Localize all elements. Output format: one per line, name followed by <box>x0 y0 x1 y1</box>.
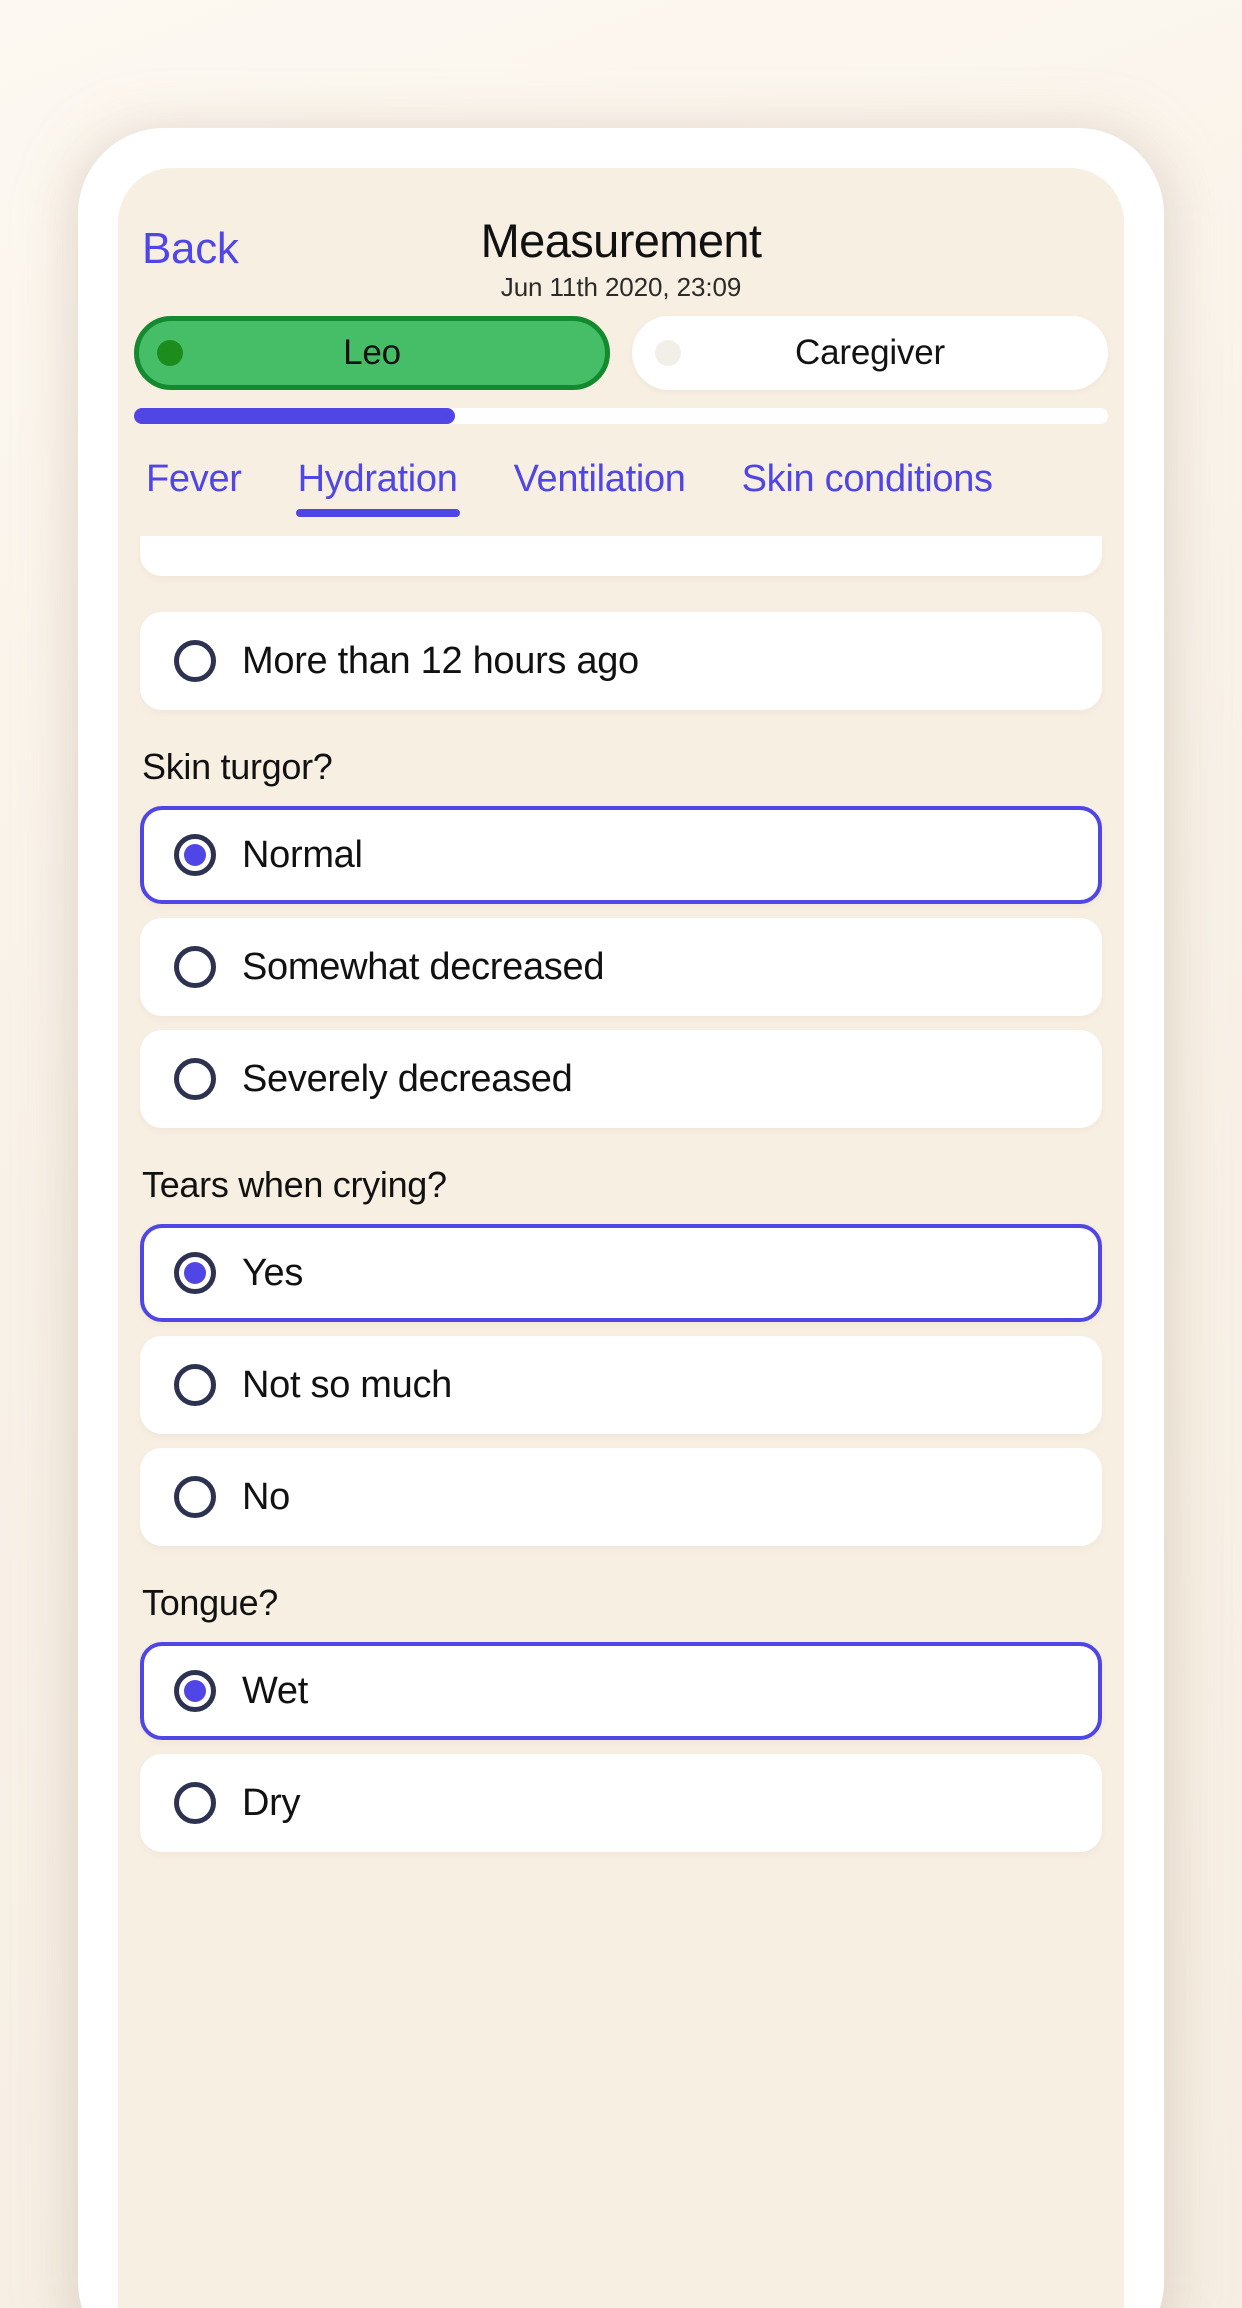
option-label: Dry <box>242 1781 301 1824</box>
tab-bar: Fever Hydration Ventilation Skin conditions <box>118 440 1124 536</box>
option-label: Severely decreased <box>242 1057 573 1100</box>
radio-inner-dot <box>184 1792 206 1814</box>
question-label: Tongue? <box>142 1582 279 1623</box>
partial-option-card-clipped[interactable] <box>140 536 1102 576</box>
radio-option[interactable]: Normal <box>140 806 1102 904</box>
form-content[interactable]: More than 12 hours ago Skin turgor? Normal… <box>118 536 1124 2308</box>
tab-ventilation[interactable]: Ventilation <box>514 440 686 523</box>
radio-option[interactable]: Not so much <box>140 1336 1102 1434</box>
page-root: Back Measurement Jun 11th 2020, 23:09 Le… <box>0 0 1242 2308</box>
question-label: Tears when crying? <box>142 1164 447 1205</box>
radio-inner-dot <box>184 1262 206 1284</box>
status-dot-icon <box>655 340 681 366</box>
question-group: Skin turgor? Normal Somewhat decreased Seve… <box>118 746 1124 1128</box>
page-subtitle-timestamp: Jun 11th 2020, 23:09 <box>500 271 742 302</box>
radio-inner-dot <box>184 1486 206 1508</box>
radio-selected-icon[interactable] <box>174 1252 216 1294</box>
tab-fever[interactable]: Fever <box>146 440 242 523</box>
radio-inner-dot <box>184 650 206 672</box>
radio-inner-dot <box>184 1680 206 1702</box>
radio-option[interactable]: Yes <box>140 1224 1102 1322</box>
radio-option[interactable]: Wet <box>140 1642 1102 1740</box>
status-dot-icon <box>157 340 183 366</box>
segment-label: Caregiver <box>795 333 945 372</box>
radio-option[interactable]: Severely decreased <box>140 1030 1102 1128</box>
radio-inner-dot <box>184 956 206 978</box>
radio-inner-dot <box>184 1374 206 1396</box>
question-groups: More than 12 hours ago Skin turgor? Normal… <box>118 612 1124 1852</box>
option-label: Wet <box>242 1669 308 1712</box>
radio-option[interactable]: No <box>140 1448 1102 1546</box>
radio-option[interactable]: Somewhat decreased <box>140 918 1102 1016</box>
radio-unselected-icon[interactable] <box>174 1364 216 1406</box>
radio-selected-icon[interactable] <box>174 834 216 876</box>
progress-fill <box>134 408 456 424</box>
tab-hydration[interactable]: Hydration <box>295 440 460 523</box>
tab-skin-conditions[interactable]: Skin conditions <box>742 440 993 523</box>
phone-screen: Back Measurement Jun 11th 2020, 23:09 Le… <box>118 168 1124 2308</box>
option-label: No <box>242 1475 290 1518</box>
segmented-control: Leo Caregiver <box>118 316 1124 390</box>
option-label: More than 12 hours ago <box>242 639 639 682</box>
segment-caregiver[interactable]: Caregiver <box>632 316 1108 390</box>
navigation-bar: Back Measurement Jun 11th 2020, 23:09 <box>118 168 1124 302</box>
radio-unselected-icon[interactable] <box>174 946 216 988</box>
option-label: Normal <box>242 833 363 876</box>
segment-label: Leo <box>343 333 401 372</box>
question-label: Skin turgor? <box>142 746 333 787</box>
radio-inner-dot <box>184 1068 206 1090</box>
radio-inner-dot <box>184 844 206 866</box>
segment-leo[interactable]: Leo <box>134 316 610 390</box>
radio-unselected-icon[interactable] <box>174 640 216 682</box>
radio-selected-icon[interactable] <box>174 1670 216 1712</box>
radio-unselected-icon[interactable] <box>174 1476 216 1518</box>
question-group: Tears when crying? Yes Not so much No <box>118 1164 1124 1546</box>
page-title: Measurement <box>480 214 762 267</box>
question-group: Tongue? Wet Dry <box>118 1582 1124 1852</box>
option-label: Not so much <box>242 1363 453 1406</box>
option-label: Yes <box>242 1251 304 1294</box>
option-label: Somewhat decreased <box>242 945 605 988</box>
radio-unselected-icon[interactable] <box>174 1782 216 1824</box>
radio-unselected-icon[interactable] <box>174 1058 216 1100</box>
radio-option[interactable]: Dry <box>140 1754 1102 1852</box>
progress-track <box>134 408 1108 424</box>
radio-option[interactable]: More than 12 hours ago <box>140 612 1102 710</box>
question-group: More than 12 hours ago <box>118 612 1124 710</box>
title-block: Measurement Jun 11th 2020, 23:09 <box>118 216 1124 303</box>
